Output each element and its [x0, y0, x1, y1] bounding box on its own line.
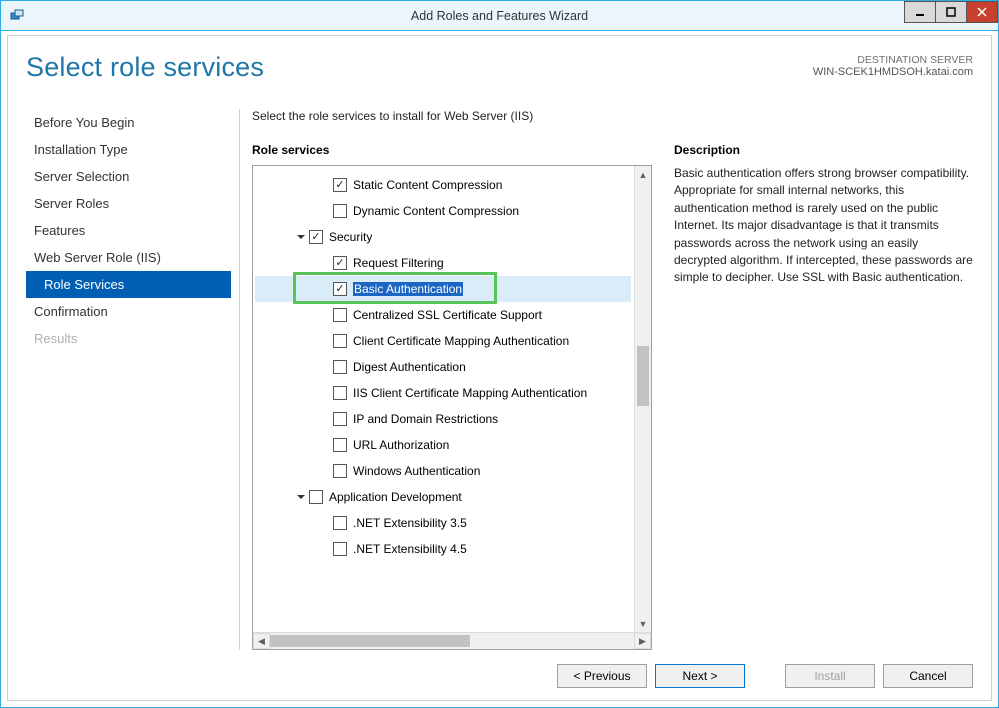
expander-icon[interactable] — [295, 231, 307, 243]
checkbox[interactable] — [333, 360, 347, 374]
nav-item-web-server-role-iis-[interactable]: Web Server Role (IIS) — [26, 244, 231, 271]
tree-item-label: Digest Authentication — [353, 360, 466, 374]
header-row: Select role services DESTINATION SERVER … — [26, 50, 973, 83]
wizard-buttons: < Previous Next > Install Cancel — [26, 664, 973, 688]
expander-icon[interactable] — [295, 491, 307, 503]
tree-item[interactable]: Basic Authentication — [255, 276, 631, 302]
titlebar: Add Roles and Features Wizard — [1, 1, 998, 31]
install-button: Install — [785, 664, 875, 688]
content-area: Select role services DESTINATION SERVER … — [7, 35, 992, 701]
checkbox[interactable] — [333, 308, 347, 322]
tree-item[interactable]: Client Certificate Mapping Authenticatio… — [255, 328, 631, 354]
app-icon — [9, 8, 25, 24]
next-button[interactable]: Next > — [655, 664, 745, 688]
tree-item-label: Basic Authentication — [353, 282, 463, 296]
scroll-up-button[interactable]: ▲ — [635, 166, 651, 183]
vertical-scrollbar[interactable]: ▲ ▼ — [634, 166, 651, 632]
window-title: Add Roles and Features Wizard — [1, 9, 998, 23]
nav-item-confirmation[interactable]: Confirmation — [26, 298, 231, 325]
checkbox[interactable] — [333, 438, 347, 452]
checkbox[interactable] — [333, 516, 347, 530]
tree-item-label: Security — [329, 230, 372, 244]
role-services-label: Role services — [252, 143, 652, 157]
nav-item-installation-type[interactable]: Installation Type — [26, 136, 231, 163]
description-panel: Description Basic authentication offers … — [674, 143, 973, 650]
checkbox[interactable] — [333, 464, 347, 478]
panels: Role services Static Content Compression… — [252, 143, 973, 650]
tree-item-label: Application Development — [329, 490, 462, 504]
nav-item-features[interactable]: Features — [26, 217, 231, 244]
checkbox[interactable] — [333, 334, 347, 348]
main-row: Before You BeginInstallation TypeServer … — [26, 109, 973, 650]
wizard-window: Add Roles and Features Wizard Select rol… — [0, 0, 999, 708]
tree-item-label: .NET Extensibility 3.5 — [353, 516, 467, 530]
tree-item-label: URL Authorization — [353, 438, 449, 452]
nav-item-before-you-begin[interactable]: Before You Begin — [26, 109, 231, 136]
description-text: Basic authentication offers strong brows… — [674, 165, 973, 287]
destination-server: DESTINATION SERVER WIN-SCEK1HMDSOH.katai… — [813, 54, 973, 78]
tree-item[interactable]: .NET Extensibility 4.5 — [255, 536, 631, 562]
wizard-nav: Before You BeginInstallation TypeServer … — [26, 109, 231, 650]
tree-item-label: Dynamic Content Compression — [353, 204, 519, 218]
horizontal-scroll-thumb[interactable] — [270, 635, 470, 647]
tree-item[interactable]: Request Filtering — [255, 250, 631, 276]
checkbox[interactable] — [333, 386, 347, 400]
role-services-panel: Role services Static Content Compression… — [252, 143, 652, 650]
role-services-tree: Static Content Compression Dynamic Conten… — [252, 165, 652, 650]
instruction-text: Select the role services to install for … — [252, 109, 973, 123]
cancel-button[interactable]: Cancel — [883, 664, 973, 688]
tree-item[interactable]: Application Development — [255, 484, 631, 510]
close-button[interactable] — [966, 1, 998, 23]
tree-item[interactable]: URL Authorization — [255, 432, 631, 458]
page-title: Select role services — [26, 52, 264, 83]
tree-item[interactable]: Dynamic Content Compression — [255, 198, 631, 224]
previous-button[interactable]: < Previous — [557, 664, 647, 688]
tree-item[interactable]: IIS Client Certificate Mapping Authentic… — [255, 380, 631, 406]
scroll-left-button[interactable]: ◀ — [253, 633, 270, 649]
description-label: Description — [674, 143, 973, 157]
checkbox[interactable] — [333, 256, 347, 270]
tree-item[interactable]: Digest Authentication — [255, 354, 631, 380]
destination-value: WIN-SCEK1HMDSOH.katai.com — [813, 66, 973, 78]
checkbox[interactable] — [309, 490, 323, 504]
tree-item-label: Windows Authentication — [353, 464, 480, 478]
checkbox[interactable] — [333, 204, 347, 218]
tree-item[interactable]: Static Content Compression — [255, 172, 631, 198]
main-panel: Select the role services to install for … — [252, 109, 973, 650]
nav-item-server-selection[interactable]: Server Selection — [26, 163, 231, 190]
tree-item-label: Request Filtering — [353, 256, 444, 270]
tree-item[interactable]: Windows Authentication — [255, 458, 631, 484]
tree-item-label: Static Content Compression — [353, 178, 502, 192]
checkbox[interactable] — [333, 412, 347, 426]
minimize-button[interactable] — [904, 1, 936, 23]
checkbox[interactable] — [333, 542, 347, 556]
nav-item-results: Results — [26, 325, 231, 352]
tree-item-label: Client Certificate Mapping Authenticatio… — [353, 334, 569, 348]
nav-item-role-services[interactable]: Role Services — [26, 271, 231, 298]
tree-item[interactable]: IP and Domain Restrictions — [255, 406, 631, 432]
checkbox[interactable] — [333, 178, 347, 192]
checkbox[interactable] — [333, 282, 347, 296]
tree-item[interactable]: Security — [255, 224, 631, 250]
maximize-button[interactable] — [935, 1, 967, 23]
tree-item[interactable]: .NET Extensibility 3.5 — [255, 510, 631, 536]
tree-item-label: .NET Extensibility 4.5 — [353, 542, 467, 556]
nav-item-server-roles[interactable]: Server Roles — [26, 190, 231, 217]
window-controls — [905, 1, 998, 23]
vertical-divider — [239, 109, 240, 650]
tree-item-label: IP and Domain Restrictions — [353, 412, 498, 426]
scroll-down-button[interactable]: ▼ — [635, 615, 651, 632]
tree-item[interactable]: Centralized SSL Certificate Support — [255, 302, 631, 328]
horizontal-scrollbar[interactable]: ◀ ▶ — [253, 632, 651, 649]
checkbox[interactable] — [309, 230, 323, 244]
vertical-scroll-thumb[interactable] — [637, 346, 649, 406]
destination-label: DESTINATION SERVER — [813, 54, 973, 66]
scroll-right-button[interactable]: ▶ — [634, 633, 651, 649]
tree-item-label: Centralized SSL Certificate Support — [353, 308, 542, 322]
tree-item-label: IIS Client Certificate Mapping Authentic… — [353, 386, 587, 400]
